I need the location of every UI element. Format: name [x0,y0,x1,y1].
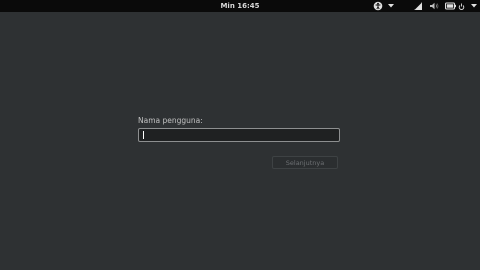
next-button[interactable]: Selanjutnya [272,156,338,169]
accessibility-icon [373,1,383,11]
network-icon [413,1,423,11]
username-field-frame[interactable] [138,128,340,148]
username-label: Nama pengguna: [138,116,203,125]
system-menu[interactable] [413,0,477,12]
battery-icon [445,1,457,11]
chevron-down-icon [471,4,477,8]
login-screen: Min 16:45 Nama pengguna: Selanjutnya [0,0,480,270]
clock[interactable]: Min 16:45 [0,0,480,12]
username-input[interactable] [139,136,339,148]
login-form: Nama pengguna: Selanjutnya [138,116,340,169]
power-icon [458,2,465,10]
top-bar: Min 16:45 [0,0,480,12]
accessibility-menu[interactable] [373,0,394,12]
chevron-down-icon [388,4,394,8]
text-cursor [143,131,144,139]
volume-icon [429,1,439,11]
